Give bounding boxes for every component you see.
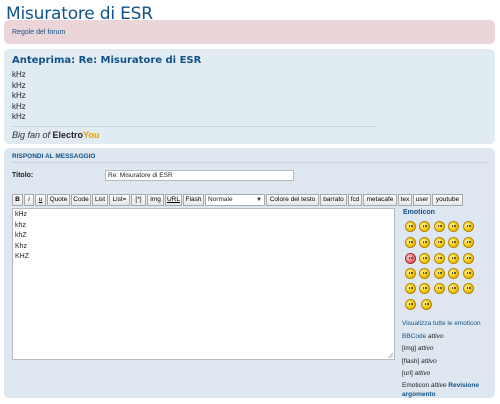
message-textarea[interactable]: kHz khz khZ Khz KHZ bbox=[12, 208, 395, 360]
subject-input[interactable]: Re: Misuratore di ESR bbox=[105, 170, 294, 181]
wink-icon[interactable] bbox=[419, 221, 430, 232]
logo-part-you: You bbox=[83, 130, 100, 140]
bbcode-state: attivo bbox=[428, 332, 444, 340]
chevron-down-icon: ▼ bbox=[256, 197, 262, 203]
italic-button[interactable]: i bbox=[24, 194, 34, 206]
laugh-icon[interactable] bbox=[463, 221, 474, 232]
emoticon-label: Emoticon bbox=[402, 381, 430, 389]
question-icon[interactable] bbox=[434, 268, 445, 279]
signature-divider bbox=[12, 126, 376, 127]
surprised-icon[interactable] bbox=[419, 253, 430, 264]
img-label: [img] bbox=[402, 345, 417, 352]
quote-button[interactable]: Quote bbox=[47, 194, 70, 206]
exclaim-icon[interactable] bbox=[419, 268, 430, 279]
strike-button[interactable]: barrato bbox=[320, 194, 347, 206]
preview-line: kHz bbox=[12, 91, 26, 100]
emoticon-status: Emoticon attive Revisione argomento bbox=[402, 381, 495, 399]
url-state: attivo bbox=[414, 370, 431, 377]
arrow-icon[interactable] bbox=[463, 268, 474, 279]
idea-icon[interactable] bbox=[448, 268, 459, 279]
cool-icon[interactable] bbox=[405, 237, 416, 248]
bbcode-link[interactable]: BBCode bbox=[402, 333, 426, 340]
preview-line: kHz bbox=[12, 112, 26, 121]
forum-rules-link[interactable]: Regole del forum bbox=[12, 29, 65, 36]
rolleyes-icon[interactable] bbox=[405, 283, 416, 294]
neutral-icon[interactable] bbox=[434, 221, 445, 232]
redface-icon[interactable] bbox=[448, 283, 459, 294]
message-content: kHz khz khZ Khz KHZ bbox=[15, 210, 29, 263]
angry-icon[interactable] bbox=[405, 253, 416, 264]
font-size-select[interactable]: Normale ▼ bbox=[205, 194, 265, 206]
smile-icon[interactable] bbox=[405, 221, 416, 232]
code-button[interactable]: Code bbox=[71, 194, 91, 206]
mad-icon[interactable] bbox=[405, 268, 416, 279]
message-line: khz bbox=[15, 221, 26, 229]
preview-content: kHz kHz kHz kHz kHz bbox=[12, 70, 26, 123]
preview-line: kHz bbox=[12, 80, 26, 90]
img-status: [img] attivo bbox=[402, 343, 495, 356]
dance-icon[interactable] bbox=[421, 299, 432, 310]
user-button[interactable]: user bbox=[413, 194, 431, 206]
eek-icon[interactable] bbox=[419, 237, 430, 248]
metacafe-button[interactable]: metacafe bbox=[363, 194, 397, 206]
forum-rules-box: Regole del forum bbox=[4, 20, 495, 44]
underline-button[interactable]: u bbox=[35, 194, 46, 206]
img-state: attivo bbox=[417, 345, 434, 352]
lol-icon[interactable] bbox=[405, 299, 416, 310]
font-size-value: Normale bbox=[208, 196, 233, 203]
text-color-button[interactable]: Colore del testo bbox=[266, 194, 319, 206]
flash-button[interactable]: Flash bbox=[183, 194, 204, 206]
signature-text: Big fan of bbox=[12, 130, 51, 140]
tex-button[interactable]: tex bbox=[398, 194, 412, 206]
reply-header: RISPONDI AL MESSAGGIO bbox=[12, 153, 96, 160]
preview-line: kHz bbox=[12, 70, 26, 79]
preview-line: kHz bbox=[12, 101, 26, 111]
img-button[interactable]: Img bbox=[147, 194, 164, 206]
bbcode-status: BBCode attivo bbox=[402, 331, 495, 344]
view-all-emoticons-link[interactable]: Visualizza tutte le emoticon bbox=[402, 318, 495, 331]
confused-icon[interactable] bbox=[434, 237, 445, 248]
twisted-icon[interactable] bbox=[419, 283, 430, 294]
evil-icon[interactable] bbox=[448, 253, 459, 264]
cry-icon[interactable] bbox=[463, 283, 474, 294]
subject-label: Titolo: bbox=[12, 172, 34, 179]
razz-icon[interactable] bbox=[463, 253, 474, 264]
shocked-icon[interactable] bbox=[434, 253, 445, 264]
emoticon-state: attive bbox=[430, 381, 447, 389]
fcd-button[interactable]: fcd bbox=[348, 194, 362, 206]
youtube-button[interactable]: youtube bbox=[432, 194, 463, 206]
reply-divider bbox=[12, 162, 488, 163]
flash-status: [flash] attivo bbox=[402, 356, 495, 369]
url-status: [url] attivo bbox=[402, 368, 495, 381]
reply-panel: RISPONDI AL MESSAGGIO Titolo: Re: Misura… bbox=[4, 148, 495, 398]
biggrin-icon[interactable] bbox=[463, 237, 474, 248]
url-button[interactable]: URL bbox=[165, 194, 182, 206]
message-line: Khz bbox=[15, 242, 28, 250]
bold-button[interactable]: B bbox=[12, 194, 23, 206]
grin-icon[interactable] bbox=[448, 237, 459, 248]
list-button[interactable]: List bbox=[92, 194, 108, 206]
signature: Big fan of ElectroYou bbox=[12, 130, 99, 140]
flash-label: [flash] bbox=[402, 357, 420, 365]
resize-grip-icon[interactable] bbox=[387, 352, 393, 358]
electroyou-logo[interactable]: ElectroYou bbox=[53, 130, 100, 140]
url-label: [url] bbox=[402, 370, 413, 377]
logo-part-electro: Electro bbox=[52, 130, 84, 140]
posting-options: Visualizza tutte le emoticon BBCode atti… bbox=[402, 318, 495, 399]
list-item-button[interactable]: [*] bbox=[131, 194, 146, 206]
emoticon-title: Emoticon bbox=[403, 209, 435, 216]
list-ordered-button[interactable]: List= bbox=[109, 194, 130, 206]
flash-state: attivo bbox=[421, 357, 437, 365]
sad-icon[interactable] bbox=[448, 221, 459, 232]
mrgreen-icon[interactable] bbox=[434, 283, 445, 294]
preview-panel: Anteprima: Re: Misuratore di ESR kHz kHz… bbox=[4, 49, 495, 144]
preview-title: Anteprima: Re: Misuratore di ESR bbox=[12, 55, 202, 66]
message-line: KHZ bbox=[15, 253, 29, 260]
message-line: khZ bbox=[15, 232, 27, 239]
message-line: kHz bbox=[15, 211, 28, 218]
